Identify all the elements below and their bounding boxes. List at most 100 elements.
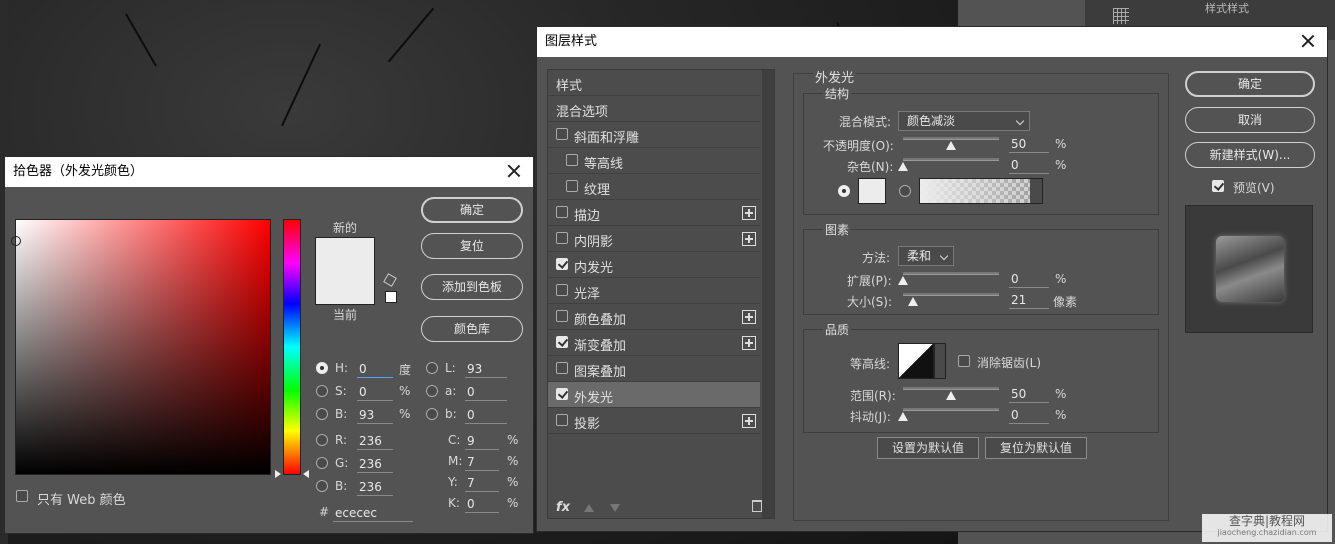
- style-enable-checkbox[interactable]: [556, 232, 568, 244]
- style-list-item[interactable]: 颜色叠加: [548, 304, 760, 330]
- chevron-down-icon[interactable]: [1030, 179, 1042, 203]
- style-enable-checkbox[interactable]: [556, 414, 568, 426]
- range-slider-track[interactable]: [903, 387, 999, 390]
- hex-input[interactable]: ececec: [333, 504, 413, 522]
- color-picker-titlebar[interactable]: 拾色器（外发光颜色）: [5, 157, 533, 187]
- antialias-checkbox[interactable]: [958, 355, 970, 367]
- layer-style-titlebar[interactable]: 图层样式: [537, 27, 1327, 57]
- solid-color-radio[interactable]: [838, 185, 850, 197]
- l-radio[interactable]: [426, 362, 438, 374]
- close-icon[interactable]: [505, 162, 523, 180]
- style-list-item[interactable]: 样式: [548, 70, 760, 96]
- size-slider-track[interactable]: [903, 293, 999, 296]
- style-enable-checkbox[interactable]: [556, 310, 568, 322]
- size-slider-thumb[interactable]: [907, 297, 918, 306]
- s-radio[interactable]: [316, 385, 328, 397]
- out-of-gamut-cube-icon[interactable]: [383, 273, 397, 287]
- h-radio[interactable]: [316, 362, 328, 374]
- style-enable-checkbox[interactable]: [566, 154, 578, 166]
- add-effect-plus-icon[interactable]: [742, 310, 756, 324]
- color-libraries-button[interactable]: 颜色库: [421, 316, 523, 342]
- noise-input[interactable]: 0: [1009, 156, 1049, 174]
- noise-slider-track[interactable]: [903, 158, 999, 161]
- size-input[interactable]: 21: [1009, 291, 1049, 309]
- style-list-item[interactable]: 内阴影: [548, 226, 760, 252]
- style-list-item[interactable]: 外发光: [548, 382, 760, 408]
- style-enable-checkbox[interactable]: [556, 258, 568, 270]
- color-field[interactable]: [11, 219, 271, 475]
- range-input[interactable]: 50: [1009, 385, 1049, 403]
- technique-select[interactable]: 柔和: [898, 246, 954, 266]
- lab-b-radio[interactable]: [426, 408, 438, 420]
- color-picker-cursor[interactable]: [11, 236, 21, 246]
- list-scrollbar[interactable]: [762, 70, 774, 518]
- add-effect-plus-icon[interactable]: [742, 336, 756, 350]
- jitter-input[interactable]: 0: [1009, 406, 1049, 424]
- slider-left-arrow[interactable]: [275, 470, 281, 478]
- hue-slider[interactable]: [283, 219, 301, 475]
- b-radio[interactable]: [316, 408, 328, 420]
- range-slider-thumb[interactable]: [946, 391, 956, 400]
- style-enable-checkbox[interactable]: [566, 180, 578, 192]
- spread-input[interactable]: 0: [1009, 270, 1049, 288]
- style-list-item[interactable]: 内发光: [548, 252, 760, 278]
- add-effect-plus-icon[interactable]: [742, 232, 756, 246]
- style-list-item[interactable]: 光泽: [548, 278, 760, 304]
- r-input[interactable]: 236: [357, 432, 393, 450]
- style-list-item[interactable]: 投影: [548, 408, 760, 434]
- l-input[interactable]: 93: [465, 360, 507, 378]
- g-radio[interactable]: [316, 457, 328, 469]
- y-input[interactable]: 7: [465, 474, 499, 492]
- style-enable-checkbox[interactable]: [556, 128, 568, 140]
- add-effect-plus-icon[interactable]: [742, 206, 756, 220]
- style-list-item[interactable]: 渐变叠加: [548, 330, 760, 356]
- jitter-slider-track[interactable]: [903, 408, 999, 411]
- style-enable-checkbox[interactable]: [556, 206, 568, 218]
- preview-checkbox[interactable]: [1212, 180, 1224, 192]
- gradient-radio[interactable]: [899, 185, 911, 197]
- blend-mode-select[interactable]: 颜色减淡: [898, 111, 1030, 131]
- web-safe-swatch-icon[interactable]: [385, 291, 397, 303]
- rgb-b-radio[interactable]: [316, 480, 328, 492]
- g-input[interactable]: 236: [357, 455, 393, 473]
- chevron-down-icon[interactable]: [934, 343, 946, 379]
- add-effect-plus-icon[interactable]: [742, 414, 756, 428]
- slider-right-arrow[interactable]: [303, 470, 309, 478]
- k-input[interactable]: 0: [465, 495, 499, 513]
- add-to-swatches-button[interactable]: 添加到色板: [421, 274, 523, 300]
- opacity-slider-thumb[interactable]: [946, 141, 956, 150]
- style-enable-checkbox[interactable]: [556, 388, 568, 400]
- h-input[interactable]: 0: [357, 360, 393, 378]
- style-enable-checkbox[interactable]: [556, 336, 568, 348]
- web-colors-only-checkbox[interactable]: [16, 490, 28, 502]
- glow-color-swatch[interactable]: [858, 178, 886, 204]
- a-input[interactable]: 0: [465, 383, 507, 401]
- style-list-item[interactable]: 斜面和浮雕: [548, 122, 760, 148]
- move-down-icon[interactable]: [610, 504, 620, 512]
- lab-b-input[interactable]: 0: [465, 406, 507, 424]
- panel-tab-label[interactable]: 样式样式: [1205, 0, 1249, 16]
- contour-picker[interactable]: [898, 343, 934, 379]
- fx-menu-icon[interactable]: fx: [556, 500, 570, 515]
- reset-button[interactable]: 复位: [421, 233, 523, 259]
- m-input[interactable]: 7: [465, 453, 499, 471]
- a-radio[interactable]: [426, 385, 438, 397]
- style-list-item[interactable]: 等高线: [548, 148, 760, 174]
- spread-slider-thumb[interactable]: [898, 276, 908, 285]
- s-input[interactable]: 0: [357, 383, 393, 401]
- close-icon[interactable]: [1299, 32, 1317, 50]
- make-default-button[interactable]: 设置为默认值: [877, 437, 979, 459]
- style-list-item[interactable]: 混合选项: [548, 96, 760, 122]
- style-list-item[interactable]: 纹理: [548, 174, 760, 200]
- move-up-icon[interactable]: [584, 504, 594, 512]
- gradient-picker[interactable]: [919, 178, 1043, 204]
- c-input[interactable]: 9: [465, 432, 499, 450]
- jitter-slider-thumb[interactable]: [898, 412, 908, 421]
- ok-button[interactable]: 确定: [1185, 71, 1315, 97]
- new-style-button[interactable]: 新建样式(W)...: [1185, 142, 1315, 168]
- opacity-input[interactable]: 50: [1009, 135, 1049, 153]
- opacity-slider-track[interactable]: [903, 137, 999, 140]
- style-list-item[interactable]: 描边: [548, 200, 760, 226]
- style-enable-checkbox[interactable]: [556, 284, 568, 296]
- cancel-button[interactable]: 取消: [1185, 107, 1315, 133]
